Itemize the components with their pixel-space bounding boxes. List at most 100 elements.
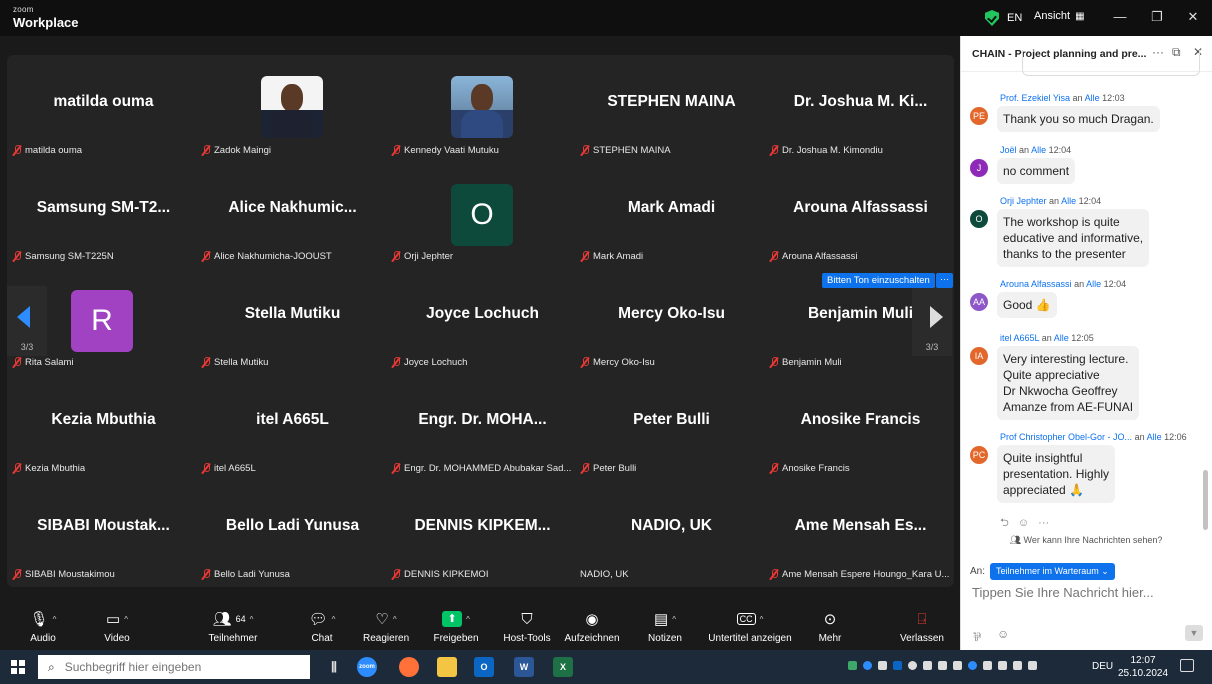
more-button[interactable]: ⊙ Mehr xyxy=(813,608,847,644)
notifications-icon[interactable] xyxy=(1180,659,1194,672)
participant-tile[interactable]: Samsung SM-T2... Samsung SM-T225N xyxy=(9,162,198,268)
video-button[interactable]: ▭ ^ Video xyxy=(96,608,138,644)
taskbar-search[interactable]: ⌕ xyxy=(38,655,310,679)
message-sender[interactable]: Arouna Alfassassi xyxy=(1000,279,1072,289)
people-icon: 👥︎ xyxy=(1009,535,1021,545)
file-explorer-icon[interactable] xyxy=(437,657,457,677)
participant-tile[interactable]: Mercy Oko-Isu Mercy Oko-Isu xyxy=(577,268,766,374)
participant-name-text: Ame Mensah Espere Houngo_Kara U... xyxy=(782,569,950,580)
participant-tile[interactable]: NADIO, UK NADIO, UK xyxy=(577,480,766,586)
sender-avatar: O xyxy=(970,210,988,228)
emoji-picker-icon[interactable]: ☺ xyxy=(997,627,1009,641)
excel-icon[interactable]: X xyxy=(553,657,573,677)
message-connector: an xyxy=(1074,279,1085,289)
message-recipient[interactable]: Alle xyxy=(1031,145,1046,155)
participant-tile[interactable]: Kennedy Vaati Mutuku xyxy=(388,56,577,162)
participant-tile[interactable]: matilda ouma matilda ouma xyxy=(9,56,198,162)
view-button[interactable]: Ansicht ▦ xyxy=(1034,10,1085,22)
prev-page-button[interactable]: 3/3 xyxy=(7,286,47,356)
chat-input[interactable] xyxy=(972,585,1202,600)
participants-button[interactable]: 👥︎ 64 ^ Teilnehmer xyxy=(203,608,263,644)
participant-tile[interactable]: Anosike Francis Anosike Francis xyxy=(766,374,955,480)
system-tray[interactable] xyxy=(848,661,1080,673)
title-bar: zoom Workplace EN Ansicht ▦ — ❐ ✕ xyxy=(0,0,1212,36)
participant-tile[interactable]: Mark Amadi Mark Amadi xyxy=(577,162,766,268)
participant-name-text: Engr. Dr. MOHAMMED Abubakar Sad... xyxy=(404,463,572,474)
outlook-icon[interactable]: O xyxy=(474,657,494,677)
participant-tile[interactable]: Peter Bulli Peter Bulli xyxy=(577,374,766,480)
participant-tile[interactable]: itel A665L itel A665L xyxy=(198,374,387,480)
clock-time: 12:07 xyxy=(1130,655,1156,666)
sender-avatar: PE xyxy=(970,107,988,125)
zoom-app-icon[interactable]: zoom xyxy=(357,657,377,677)
person-head xyxy=(471,84,493,112)
audio-button[interactable]: 🎙︎ ^ Audio xyxy=(22,608,64,644)
language-indicator[interactable]: DEU xyxy=(1092,661,1113,672)
record-button[interactable]: ◉ Aufzeichnen xyxy=(564,608,620,644)
message-recipient[interactable]: Alle xyxy=(1085,93,1100,103)
restore-icon[interactable]: ❐ xyxy=(1147,8,1167,26)
participant-name-label: Ame Mensah Espere Houngo_Kara U... xyxy=(769,569,949,580)
chat-scrollbar[interactable] xyxy=(1203,470,1208,530)
participant-tile[interactable]: Joyce Lochuch Joyce Lochuch xyxy=(388,268,577,374)
message-sender[interactable]: itel A665L xyxy=(1000,333,1039,343)
message-line: Quite appreciative xyxy=(1003,368,1100,382)
message-sender[interactable]: Orji Jephter xyxy=(1000,196,1047,206)
clock[interactable]: 12:07 25.10.2024 xyxy=(1118,654,1168,680)
taskbar-search-input[interactable] xyxy=(64,660,285,674)
emoji-icon[interactable]: ☺ xyxy=(1018,517,1029,529)
security-indicator[interactable]: EN xyxy=(985,10,1022,26)
participant-tile[interactable]: DENNIS KIPKEM... DENNIS KIPKEMOI xyxy=(388,480,577,586)
notes-button[interactable]: ▤ ^ Notizen xyxy=(644,608,686,644)
participant-tile[interactable]: Dr. Joshua M. Ki... Dr. Joshua M. Kimondi… xyxy=(766,56,955,162)
minimize-icon[interactable]: — xyxy=(1110,8,1130,26)
chat-label: Chat xyxy=(311,633,333,644)
captions-button[interactable]: CC ^ Untertitel anzeigen xyxy=(705,608,795,644)
leave-button[interactable]: ⍈ Verlassen xyxy=(897,608,947,645)
unmute-request-banner[interactable]: Bitten Ton einzuschalten xyxy=(822,273,935,288)
participant-name-text: Dr. Joshua M. Kimondiu xyxy=(782,145,883,156)
message-sender[interactable]: Joël xyxy=(1000,145,1017,155)
more-actions-icon[interactable]: ··· xyxy=(1038,517,1049,529)
format-icon[interactable]: ⅌ xyxy=(973,628,981,645)
message-sender[interactable]: Prof Christopher Obel-Gor - JO... xyxy=(1000,432,1132,442)
participant-name-label: Samsung SM-T225N xyxy=(12,251,114,262)
close-icon[interactable]: ✕ xyxy=(1183,8,1203,26)
message-recipient[interactable]: Alle xyxy=(1147,432,1162,442)
mic-muted-icon xyxy=(391,463,401,474)
host-tools-button[interactable]: ⛉ Host-Tools xyxy=(502,608,552,645)
unmute-more-button[interactable]: ··· xyxy=(936,273,953,288)
participant-tile[interactable]: O Orji Jephter xyxy=(388,162,577,268)
next-page-button[interactable]: 3/3 xyxy=(912,286,952,356)
message-meta: Prof. Ezekiel Yisa an Alle 12:03 xyxy=(1000,93,1125,103)
reply-icon[interactable]: ⮌ xyxy=(1000,517,1009,529)
word-icon[interactable]: W xyxy=(514,657,534,677)
message-actions[interactable]: ⮌ ☺ ··· xyxy=(1000,514,1049,533)
send-icon[interactable]: ▼ xyxy=(1185,625,1203,641)
participant-name-label: Bello Ladi Yunusa xyxy=(201,569,290,580)
task-view-icon[interactable]: ⫼ xyxy=(324,657,344,677)
message-recipient[interactable]: Alle xyxy=(1061,196,1076,206)
participant-tile[interactable]: Bello Ladi Yunusa Bello Ladi Yunusa xyxy=(198,480,387,586)
windows-start-icon[interactable] xyxy=(11,660,25,674)
message-sender[interactable]: Prof. Ezekiel Yisa xyxy=(1000,93,1070,103)
participant-tile[interactable]: Stella Mutiku Stella Mutiku xyxy=(198,268,387,374)
participant-tile[interactable]: Kezia Mbuthia Kezia Mbuthia xyxy=(9,374,198,480)
who-can-see-link[interactable]: 👥︎ Wer kann Ihre Nachrichten sehen? xyxy=(970,535,1202,546)
share-button[interactable]: ⬆ ^ Freigeben xyxy=(433,608,479,644)
firefox-icon[interactable] xyxy=(399,657,419,677)
participant-tile[interactable]: STEPHEN MAINA STEPHEN MAINA xyxy=(577,56,766,162)
participant-tile[interactable]: Zadok Maingi xyxy=(198,56,387,162)
participant-tile[interactable]: Arouna Alfassassi Arouna Alfassassi xyxy=(766,162,955,268)
recipient-select[interactable]: Teilnehmer im Warteraum ⌄ xyxy=(990,563,1115,580)
reactions-button[interactable]: ♡ ^ Reagieren xyxy=(363,608,409,644)
participant-tile[interactable]: Ame Mensah Es... Ame Mensah Espere Houngo… xyxy=(766,480,955,586)
message-recipient[interactable]: Alle xyxy=(1054,333,1069,343)
mic-muted-icon xyxy=(201,145,211,156)
participant-tile[interactable]: Engr. Dr. MOHA... Engr. Dr. MOHAMMED Abub… xyxy=(388,374,577,480)
record-icon: ◉ xyxy=(585,611,599,628)
message-recipient[interactable]: Alle xyxy=(1086,279,1101,289)
participant-tile[interactable]: Alice Nakhumic... Alice Nakhumicha-JOOUST xyxy=(198,162,387,268)
participant-tile[interactable]: SIBABI Moustak... SIBABI Moustakimou xyxy=(9,480,198,586)
chat-button[interactable]: 💬︎ ^ Chat xyxy=(302,608,342,644)
